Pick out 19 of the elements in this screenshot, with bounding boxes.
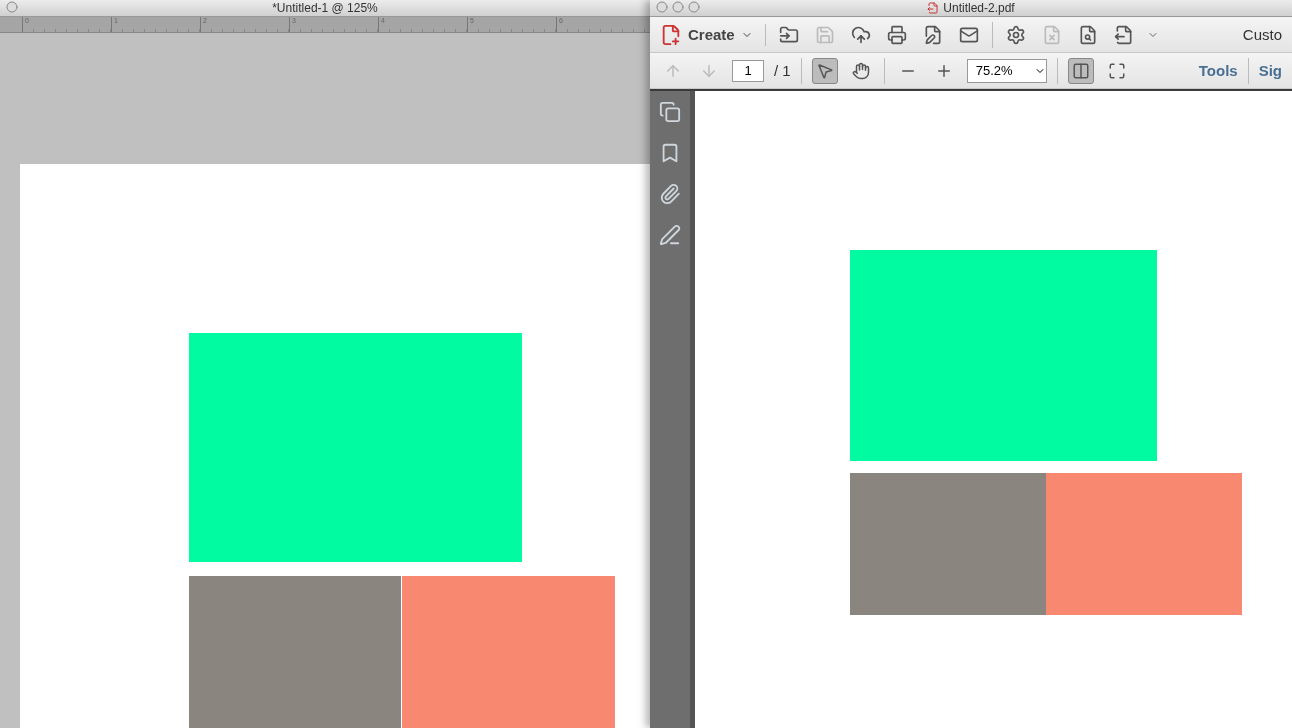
window-button[interactable]: [672, 1, 684, 13]
window-button[interactable]: [6, 1, 18, 13]
zoom-field[interactable]: 75.2%: [966, 58, 1047, 83]
page-field[interactable]: 1: [732, 59, 764, 82]
page-total: / 1: [774, 62, 791, 79]
window-button[interactable]: [688, 1, 700, 13]
window-title: Untitled-2.pdf: [943, 1, 1015, 15]
paperclip-icon[interactable]: [659, 183, 681, 205]
pages-icon[interactable]: [659, 101, 681, 123]
tools-tab[interactable]: Tools: [1198, 62, 1238, 79]
window-title: *Untitled-1 @ 125%: [272, 1, 378, 15]
create-button[interactable]: Create: [660, 23, 766, 46]
signature-icon[interactable]: [659, 224, 681, 246]
customize-label[interactable]: Custo: [1242, 26, 1282, 43]
select-tool-icon[interactable]: [811, 57, 838, 84]
new-file-icon: [660, 23, 682, 46]
sign-tab[interactable]: Sig: [1258, 62, 1282, 79]
window-button[interactable]: [656, 1, 668, 13]
fit-page-icon[interactable]: [1067, 57, 1094, 84]
